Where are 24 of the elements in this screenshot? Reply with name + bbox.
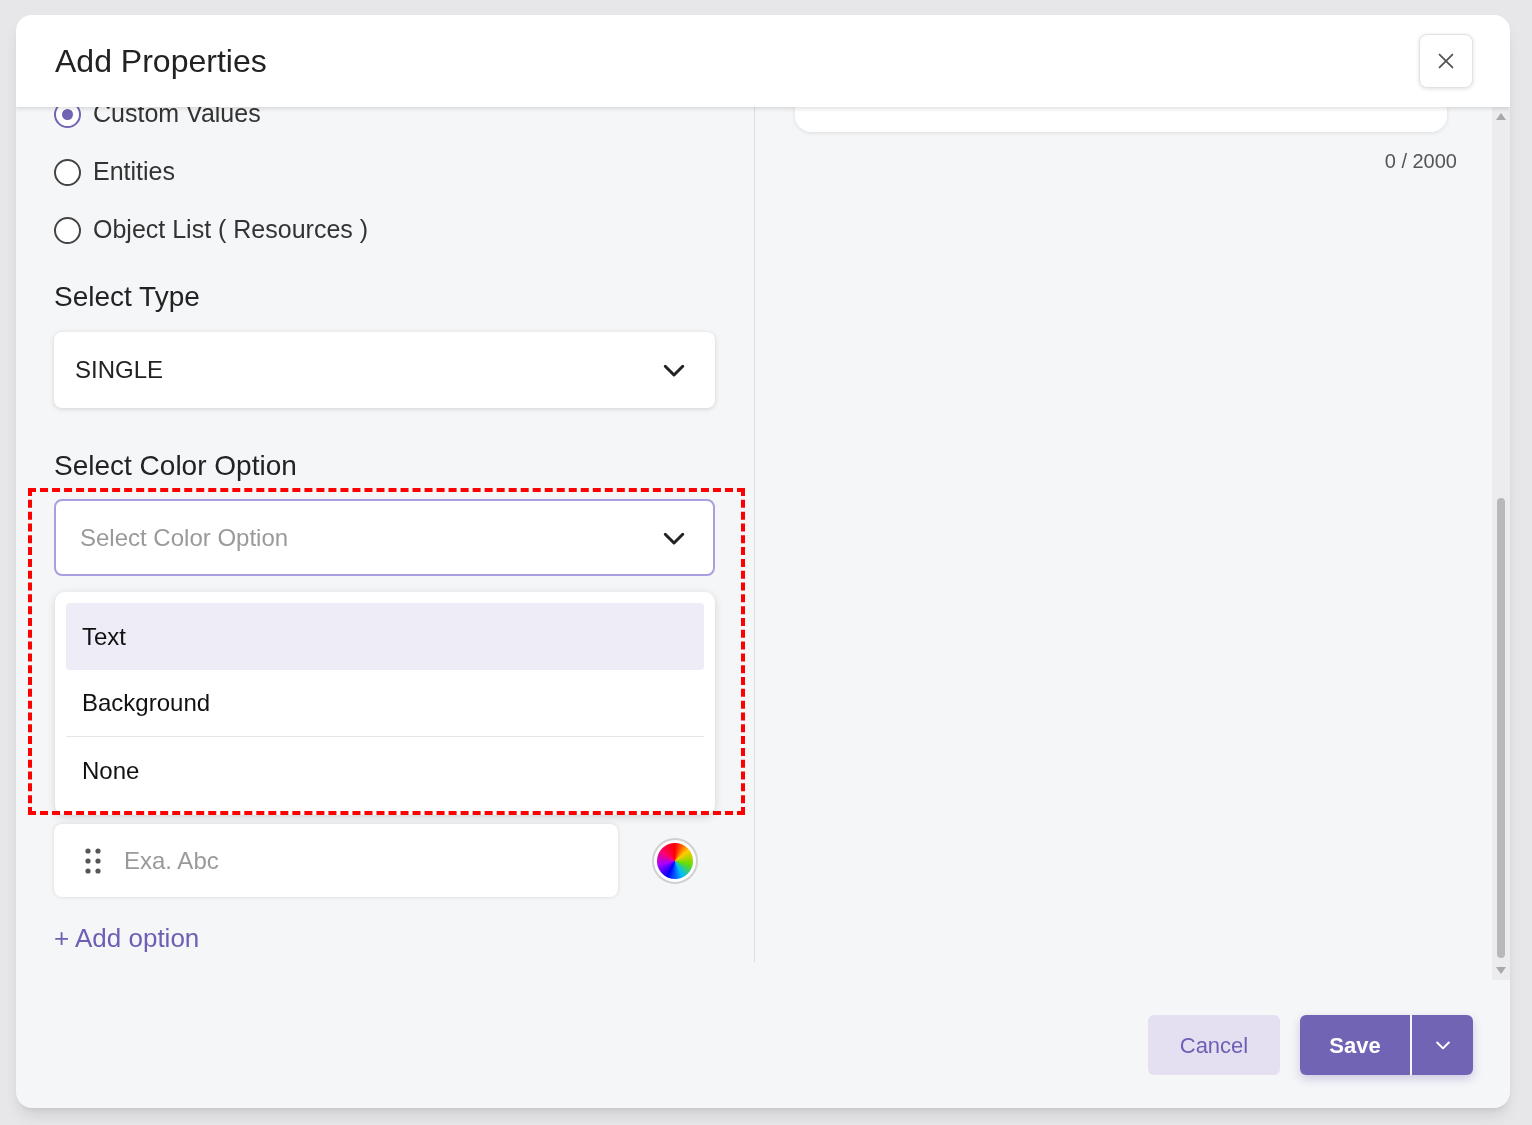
save-button[interactable]: Save [1300, 1015, 1410, 1075]
menu-item[interactable]: Text [66, 603, 704, 670]
menu-item[interactable]: Background [66, 670, 704, 737]
option-input-field[interactable]: Exa. Abc [54, 824, 618, 897]
radio-option[interactable]: Entities [54, 152, 715, 192]
option-input[interactable]: Exa. Abc [124, 842, 618, 879]
drag-handle-icon [84, 846, 102, 875]
color-wheel-icon[interactable] [652, 837, 698, 884]
close-button[interactable] [1419, 34, 1473, 88]
cancel-button[interactable]: Cancel [1148, 1015, 1280, 1075]
radio-button[interactable] [54, 158, 81, 186]
field-label: Select Type [54, 280, 201, 314]
scroll-up-icon [1496, 113, 1506, 120]
radio-option[interactable]: Object List ( Resources ) [54, 210, 715, 250]
radio-button[interactable] [54, 216, 81, 244]
field-label: Select Color Option [54, 449, 298, 483]
dialog-title: Add Properties [55, 42, 267, 81]
scrollbar[interactable] [1492, 107, 1510, 980]
menu-item[interactable]: None [66, 737, 704, 804]
add-option-link[interactable]: + Add option [54, 920, 200, 956]
scroll-down-icon [1496, 967, 1506, 974]
select-type-dropdown[interactable]: SINGLE [54, 332, 715, 408]
character-count: 0 / 2000 [1384, 149, 1457, 174]
scrollbar-thumb[interactable] [1497, 498, 1505, 958]
